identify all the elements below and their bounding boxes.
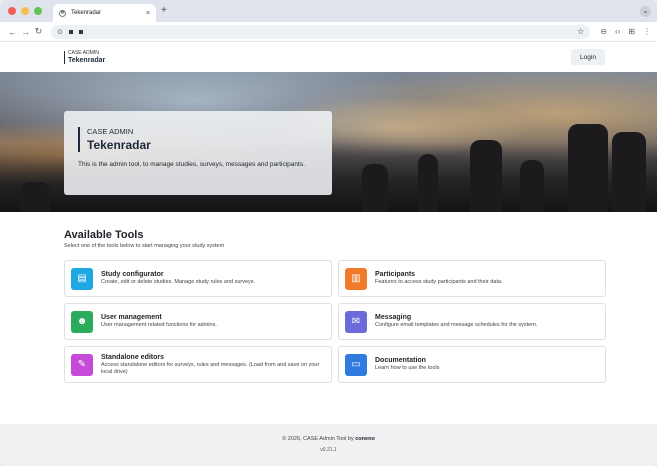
footer-brand-link[interactable]: coneno bbox=[355, 436, 375, 442]
favicon-icon: ✲ bbox=[59, 9, 66, 17]
tool-card-participants[interactable]: ▥ Participants Features to access study … bbox=[338, 260, 606, 297]
browser-window: ✲ Tekenradar × + ⌄ ← → ↻ ⊙ ☆ ⊖ ‹› ⊞ ⋮ CA… bbox=[0, 0, 657, 466]
tool-card-study-configurator[interactable]: ▤ Study configurator Create, edit or del… bbox=[64, 260, 332, 297]
hero-background-figure bbox=[362, 164, 388, 212]
tool-card-standalone-editors[interactable]: ✎ Standalone editors Access standalone e… bbox=[64, 346, 332, 383]
mail-gear-icon: ✉ bbox=[345, 310, 367, 333]
hero-description: This is the admin tool, to manage studie… bbox=[78, 161, 305, 168]
forward-icon[interactable]: → bbox=[19, 27, 32, 37]
hero-background-figure bbox=[20, 182, 50, 212]
app-brand[interactable]: CASE ADMIN Tekenradar bbox=[64, 49, 106, 64]
address-bar[interactable]: ⊙ ☆ bbox=[51, 24, 591, 39]
hero-title: Tekenradar bbox=[87, 138, 151, 152]
footer-version: v0.21.1 bbox=[320, 447, 337, 453]
section-title: Available Tools bbox=[64, 229, 144, 241]
tool-card-description: User management related functions for ad… bbox=[101, 322, 217, 329]
window-controls bbox=[8, 7, 42, 15]
tool-card-text: Participants Features to access study pa… bbox=[375, 270, 503, 286]
tool-card-title: Standalone editors bbox=[101, 353, 165, 361]
footer-copyright-text: © 2026, CASE Admin Tool by bbox=[282, 436, 354, 442]
tool-card-description: Access standalone editors for surveys, r… bbox=[101, 361, 320, 376]
app-header: CASE ADMIN Tekenradar Login bbox=[0, 42, 657, 72]
tool-card-documentation[interactable]: ▭ Documentation Learn how to use the too… bbox=[338, 346, 606, 383]
tablet-icon: ▭ bbox=[345, 353, 367, 376]
menu-icon[interactable]: ⋮ bbox=[643, 27, 651, 36]
tool-card-title: Messaging bbox=[375, 314, 412, 322]
clipboard-chart-icon: ▥ bbox=[345, 267, 367, 290]
address-placeholder-block bbox=[78, 29, 83, 34]
available-tools-section: Available Tools Select one of the tools … bbox=[0, 212, 657, 383]
bookmark-star-icon[interactable]: ☆ bbox=[577, 27, 584, 36]
new-tab-button[interactable]: + bbox=[161, 5, 167, 16]
tab-bar: ✲ Tekenradar × + ⌄ bbox=[0, 0, 657, 22]
tool-card-title: Study configurator bbox=[101, 271, 164, 279]
tool-card-text: User management User management related … bbox=[101, 313, 217, 329]
address-placeholder-block bbox=[68, 29, 73, 34]
back-icon[interactable]: ← bbox=[6, 27, 19, 37]
hero-background-figure bbox=[470, 140, 502, 212]
login-button[interactable]: Login bbox=[571, 49, 605, 65]
tool-card-description: Create, edit or delete studies. Manage s… bbox=[101, 279, 256, 286]
reload-icon[interactable]: ↻ bbox=[32, 26, 45, 37]
pencil-icon: ✎ bbox=[71, 353, 93, 376]
section-subtitle: Select one of the tools below to start m… bbox=[64, 243, 225, 249]
tool-card-user-management[interactable]: ☻ User management User management relate… bbox=[64, 303, 332, 340]
hero-background-figure bbox=[418, 154, 438, 212]
tool-card-text: Study configurator Create, edit or delet… bbox=[101, 270, 255, 286]
hero-card: CASE ADMIN Tekenradar This is the admin … bbox=[64, 111, 332, 195]
browser-toolbar: ← → ↻ ⊙ ☆ ⊖ ‹› ⊞ ⋮ bbox=[0, 22, 657, 42]
tool-card-description: Configure email templates and message sc… bbox=[375, 322, 538, 329]
tool-card-text: Documentation Learn how to use the tools bbox=[375, 356, 440, 372]
user-gear-icon: ☻ bbox=[71, 310, 93, 333]
hero-heading: CASE ADMIN Tekenradar bbox=[78, 127, 318, 152]
brand-small-label: CASE ADMIN bbox=[68, 49, 99, 56]
close-window-button[interactable] bbox=[8, 7, 16, 15]
footer-copyright: © 2026, CASE Admin Tool by coneno bbox=[0, 436, 657, 442]
document-icon: ▤ bbox=[71, 267, 93, 290]
extensions-icon[interactable]: ⊞ bbox=[628, 27, 635, 36]
code-icon[interactable]: ‹› bbox=[615, 27, 620, 36]
tools-grid: ▤ Study configurator Create, edit or del… bbox=[64, 260, 606, 383]
link-icon[interactable]: ⊖ bbox=[600, 27, 607, 36]
toolbar-actions: ⊖ ‹› ⊞ ⋮ bbox=[600, 27, 651, 36]
tab-close-icon[interactable]: × bbox=[146, 10, 150, 17]
site-info-icon[interactable]: ⊙ bbox=[57, 28, 63, 36]
tool-card-description: Features to access study participants an… bbox=[375, 279, 503, 286]
hero-background-figure bbox=[520, 160, 544, 212]
tool-card-title: Documentation bbox=[375, 357, 426, 365]
hero-background-figure bbox=[568, 124, 608, 212]
maximize-window-button[interactable] bbox=[34, 7, 42, 15]
hero-banner: CASE ADMIN Tekenradar This is the admin … bbox=[0, 72, 657, 212]
tool-card-messaging[interactable]: ✉ Messaging Configure email templates an… bbox=[338, 303, 606, 340]
tool-card-title: Participants bbox=[375, 271, 416, 279]
tab-list-chevron-icon[interactable]: ⌄ bbox=[640, 6, 651, 17]
tool-card-title: User management bbox=[101, 314, 162, 322]
tool-card-text: Messaging Configure email templates and … bbox=[375, 313, 537, 329]
browser-tab[interactable]: ✲ Tekenradar × bbox=[53, 4, 156, 22]
tab-title: Tekenradar bbox=[71, 10, 102, 16]
page-footer: © 2026, CASE Admin Tool by coneno v0.21.… bbox=[0, 424, 657, 466]
hero-kicker: CASE ADMIN bbox=[87, 127, 134, 136]
brand-title: Tekenradar bbox=[68, 56, 106, 64]
minimize-window-button[interactable] bbox=[21, 7, 29, 15]
hero-background-figure bbox=[612, 132, 646, 212]
tool-card-text: Standalone editors Access standalone edi… bbox=[101, 353, 325, 376]
tool-card-description: Learn how to use the tools bbox=[375, 365, 440, 372]
